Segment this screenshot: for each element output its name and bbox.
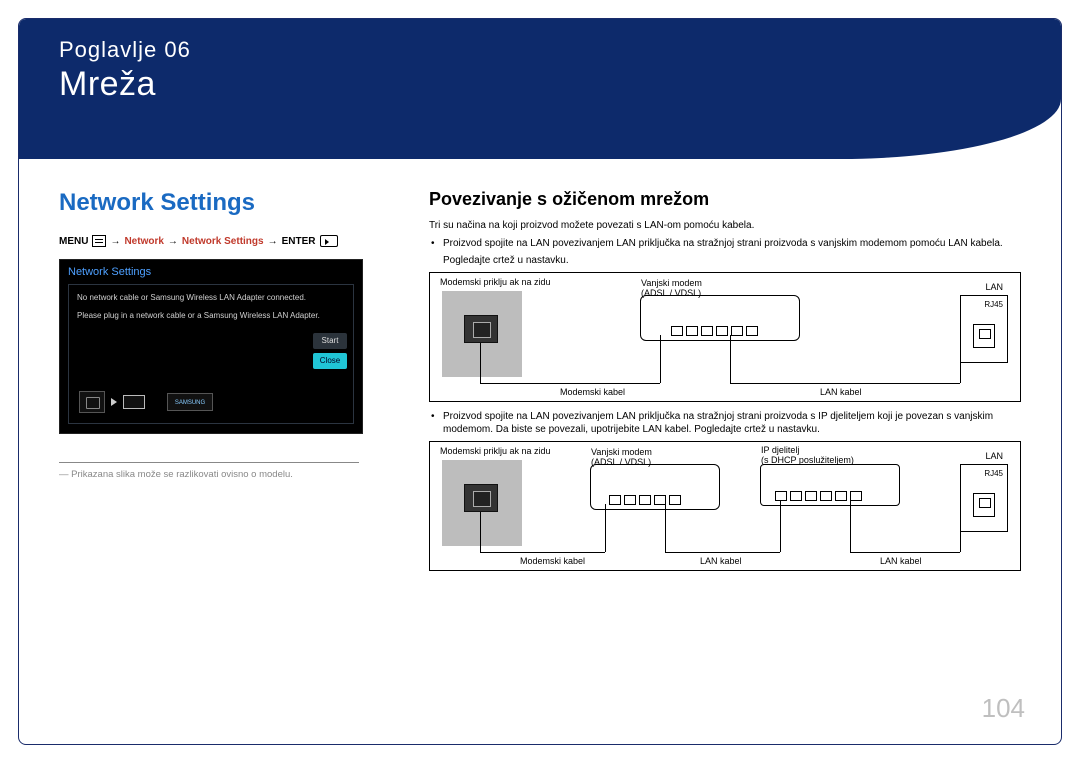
- cable-icon: [660, 335, 661, 383]
- modem-label-text: Vanjski modem: [591, 447, 652, 457]
- left-column: Network Settings MENU → Network → Networ…: [59, 189, 389, 579]
- tv-text-2: Please plug in a network cable or a Sams…: [77, 311, 345, 321]
- wall-port-icon: [464, 484, 498, 512]
- tv-screenshot: Network Settings No network cable or Sam…: [59, 259, 363, 434]
- cable-icon: [480, 512, 481, 552]
- arrow-icon: →: [268, 236, 278, 247]
- product-lan-port: LAN RJ45: [960, 464, 1008, 532]
- menu-path: MENU → Network → Network Settings → ENTE…: [59, 235, 389, 247]
- cable-icon: [780, 500, 781, 552]
- cable-icon: [605, 504, 606, 552]
- tv-title: Network Settings: [68, 266, 354, 278]
- enter-icon: [320, 235, 338, 247]
- rj45-port-icon: [973, 493, 995, 517]
- tv-dialog: No network cable or Samsung Wireless LAN…: [68, 284, 354, 424]
- rj45-label: RJ45: [984, 300, 1003, 309]
- wall-panel: [442, 460, 522, 546]
- arrow-icon: →: [110, 236, 120, 247]
- cable-icon: [960, 512, 961, 552]
- subheading: Povezivanje s ožičenom mrežom: [429, 189, 1021, 210]
- menu-network-settings: Network Settings: [182, 236, 264, 247]
- modem-icon: Vanjski modem (ADSL / VDSL): [640, 295, 800, 341]
- lan-cable-label-1: LAN kabel: [700, 556, 742, 566]
- arrow-icon: →: [168, 236, 178, 247]
- cable-icon: [480, 343, 481, 383]
- chapter-title: Mreža: [59, 65, 1021, 104]
- ip-sharer-sub: (s DHCP poslužiteljem): [761, 455, 854, 465]
- rj45-label: RJ45: [984, 469, 1003, 478]
- cable-icon: [850, 500, 851, 552]
- usb-adapter-icon: SAMSUNG: [167, 393, 213, 411]
- ip-sharer-icon: IP djelitelj (s DHCP poslužiteljem): [760, 464, 900, 506]
- lan-cable-label: LAN kabel: [820, 387, 862, 397]
- section-heading: Network Settings: [59, 189, 389, 217]
- cable-icon: [480, 552, 605, 553]
- rj45-port-icon: [973, 324, 995, 348]
- bullet-1: Proizvod spojite na LAN povezivanjem LAN…: [443, 237, 1021, 251]
- cable-icon: [730, 383, 960, 384]
- modem-label-text: Vanjski modem: [641, 278, 702, 288]
- content-area: Network Settings MENU → Network → Networ…: [19, 159, 1061, 579]
- modem-sub-text: (ADSL / VDSL): [641, 288, 701, 298]
- modem-icon: Vanjski modem (ADSL / VDSL): [590, 464, 720, 510]
- lan-label: LAN: [985, 282, 1003, 292]
- wall-label: Modemski priklju ak na zidu: [440, 277, 551, 287]
- bullet-2: Proizvod spojite na LAN povezivanjem LAN…: [443, 410, 1021, 437]
- diagram-1: Modemski priklju ak na zidu Vanjski mode…: [429, 272, 1021, 402]
- menu-label: MENU: [59, 236, 88, 247]
- close-button[interactable]: Close: [313, 353, 347, 369]
- plug-icon: [123, 395, 145, 409]
- diagram-2: Modemski priklju ak na zidu Vanjski mode…: [429, 441, 1021, 571]
- wall-panel: [442, 291, 522, 377]
- tv-text-1: No network cable or Samsung Wireless LAN…: [77, 293, 345, 303]
- cable-icon: [665, 552, 780, 553]
- intro-text: Tri su načina na koji proizvod možete po…: [429, 220, 1021, 231]
- modem-cable-label: Modemski kabel: [560, 387, 625, 397]
- tv-icon-row: SAMSUNG: [79, 391, 213, 413]
- wall-label: Modemski priklju ak na zidu: [440, 446, 551, 456]
- page-frame: Poglavlje 06 Mreža Network Settings MENU…: [18, 18, 1062, 745]
- chapter-label: Poglavlje 06: [59, 37, 1021, 63]
- modem-label: Vanjski modem (ADSL / VDSL): [591, 447, 652, 467]
- arrow-icon: [111, 398, 117, 406]
- chapter-banner: Poglavlje 06 Mreža: [19, 19, 1061, 159]
- modem-cable-label: Modemski kabel: [520, 556, 585, 566]
- model-note: Prikazana slika može se razlikovati ovis…: [59, 469, 389, 480]
- page-number: 104: [982, 693, 1025, 724]
- divider: [59, 462, 359, 463]
- menu-icon: [92, 235, 106, 247]
- right-column: Povezivanje s ožičenom mrežom Tri su nač…: [429, 189, 1021, 579]
- enter-label: ENTER: [282, 236, 316, 247]
- lan-label: LAN: [985, 451, 1003, 461]
- product-lan-port: LAN RJ45: [960, 295, 1008, 363]
- cable-icon: [730, 335, 731, 383]
- cable-icon: [665, 504, 666, 552]
- start-button[interactable]: Start: [313, 333, 347, 349]
- see-below-1: Pogledajte crtež u nastavku.: [443, 255, 1021, 266]
- menu-network: Network: [124, 236, 163, 247]
- modem-sub-text: (ADSL / VDSL): [591, 457, 651, 467]
- lan-port-icon: [79, 391, 105, 413]
- cable-icon: [850, 552, 960, 553]
- wall-port-icon: [464, 315, 498, 343]
- lan-cable-label-2: LAN kabel: [880, 556, 922, 566]
- ip-sharer-label: IP djelitelj: [761, 445, 799, 455]
- cable-icon: [480, 383, 660, 384]
- modem-label: Vanjski modem (ADSL / VDSL): [641, 278, 702, 298]
- cable-icon: [960, 343, 961, 383]
